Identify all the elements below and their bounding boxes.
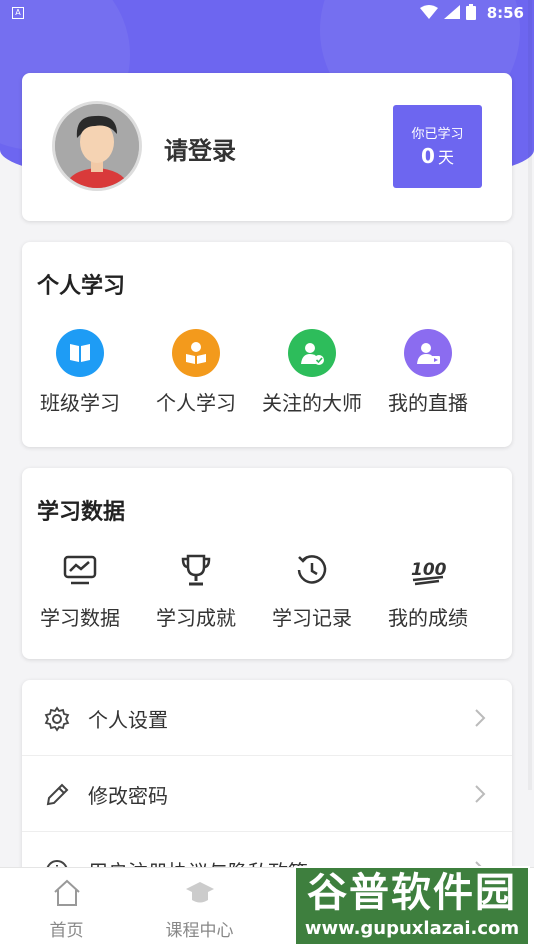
settings-menu: 个人设置 修改密码 用户注册协议与隐私政策: [22, 680, 512, 880]
personal-study-button[interactable]: 个人学习: [138, 329, 254, 416]
status-bar: A 8:56: [0, 0, 534, 28]
grid-item-label: 关注的大师: [262, 391, 362, 415]
my-live-button[interactable]: 我的直播: [370, 329, 486, 416]
profile-card: 请登录 你已学习 0天: [22, 73, 512, 221]
followed-masters-button[interactable]: 关注的大师: [254, 329, 370, 416]
study-achievement-button[interactable]: 学习成就: [138, 550, 254, 631]
grid-item-label: 学习成就: [156, 606, 236, 630]
tab-home[interactable]: 首页: [0, 868, 133, 950]
my-scores-button[interactable]: 100 我的成绩: [370, 550, 486, 631]
class-study-button[interactable]: 班级学习: [22, 329, 138, 416]
grid-item-label: 学习记录: [272, 606, 352, 630]
menu-item-label: 修改密码: [88, 784, 168, 808]
tab-label: 课程中心: [165, 921, 234, 941]
reading-icon: [172, 329, 220, 377]
menu-item-change-password[interactable]: 修改密码: [22, 756, 512, 832]
clock: 8:56: [486, 4, 524, 22]
menu-item-personal-settings[interactable]: 个人设置: [22, 680, 512, 756]
chevron-right-icon: [475, 785, 486, 803]
section-title: 个人学习: [37, 274, 126, 299]
live-icon: [404, 329, 452, 377]
grid-item-label: 我的直播: [388, 391, 468, 415]
section-title: 学习数据: [37, 500, 126, 525]
study-days-badge: 你已学习 0天: [393, 105, 482, 188]
home-icon: [53, 879, 80, 906]
app-notification-icon: A: [12, 7, 24, 19]
study-days-unit: 天: [437, 148, 454, 167]
personal-study-card: 个人学习 班级学习 个人学习 关注的大师 我的直播: [22, 242, 512, 447]
master-icon: [288, 329, 336, 377]
watermark-url: www.gupuxlazai.com: [304, 918, 520, 939]
chevron-right-icon: [475, 709, 486, 727]
scrollbar[interactable]: [528, 0, 532, 790]
grid-item-label: 个人学习: [156, 391, 236, 415]
trophy-icon: [172, 550, 220, 590]
study-days-label: 你已学习: [411, 127, 464, 142]
grid-item-label: 班级学习: [40, 391, 120, 415]
gear-icon: [44, 706, 70, 732]
book-icon: [56, 329, 104, 377]
history-icon: [288, 550, 336, 590]
monitor-chart-icon: [56, 550, 104, 590]
study-days-value: 0: [421, 144, 435, 168]
study-data-card: 学习数据 学习数据 学习成就 学习记录 100 我的成绩: [22, 468, 512, 659]
pencil-icon: [46, 783, 69, 806]
battery-icon: [466, 4, 476, 20]
score-100-icon: 100: [404, 550, 452, 590]
watermark-title: 谷普软件园: [307, 870, 517, 916]
signal-icon: [444, 5, 460, 19]
wifi-icon: [420, 5, 438, 19]
menu-item-label: 个人设置: [88, 708, 168, 732]
login-prompt[interactable]: 请登录: [164, 131, 236, 166]
avatar[interactable]: [52, 101, 142, 191]
grid-item-label: 我的成绩: [388, 606, 468, 630]
graduation-cap-icon: [185, 882, 214, 903]
tab-label: 首页: [49, 921, 84, 941]
grid-item-label: 学习数据: [40, 606, 120, 630]
study-record-button[interactable]: 学习记录: [254, 550, 370, 631]
study-data-button[interactable]: 学习数据: [22, 550, 138, 631]
tab-course-center[interactable]: 课程中心: [133, 868, 266, 950]
site-watermark: 谷普软件园 www.gupuxlazai.com: [294, 866, 530, 946]
